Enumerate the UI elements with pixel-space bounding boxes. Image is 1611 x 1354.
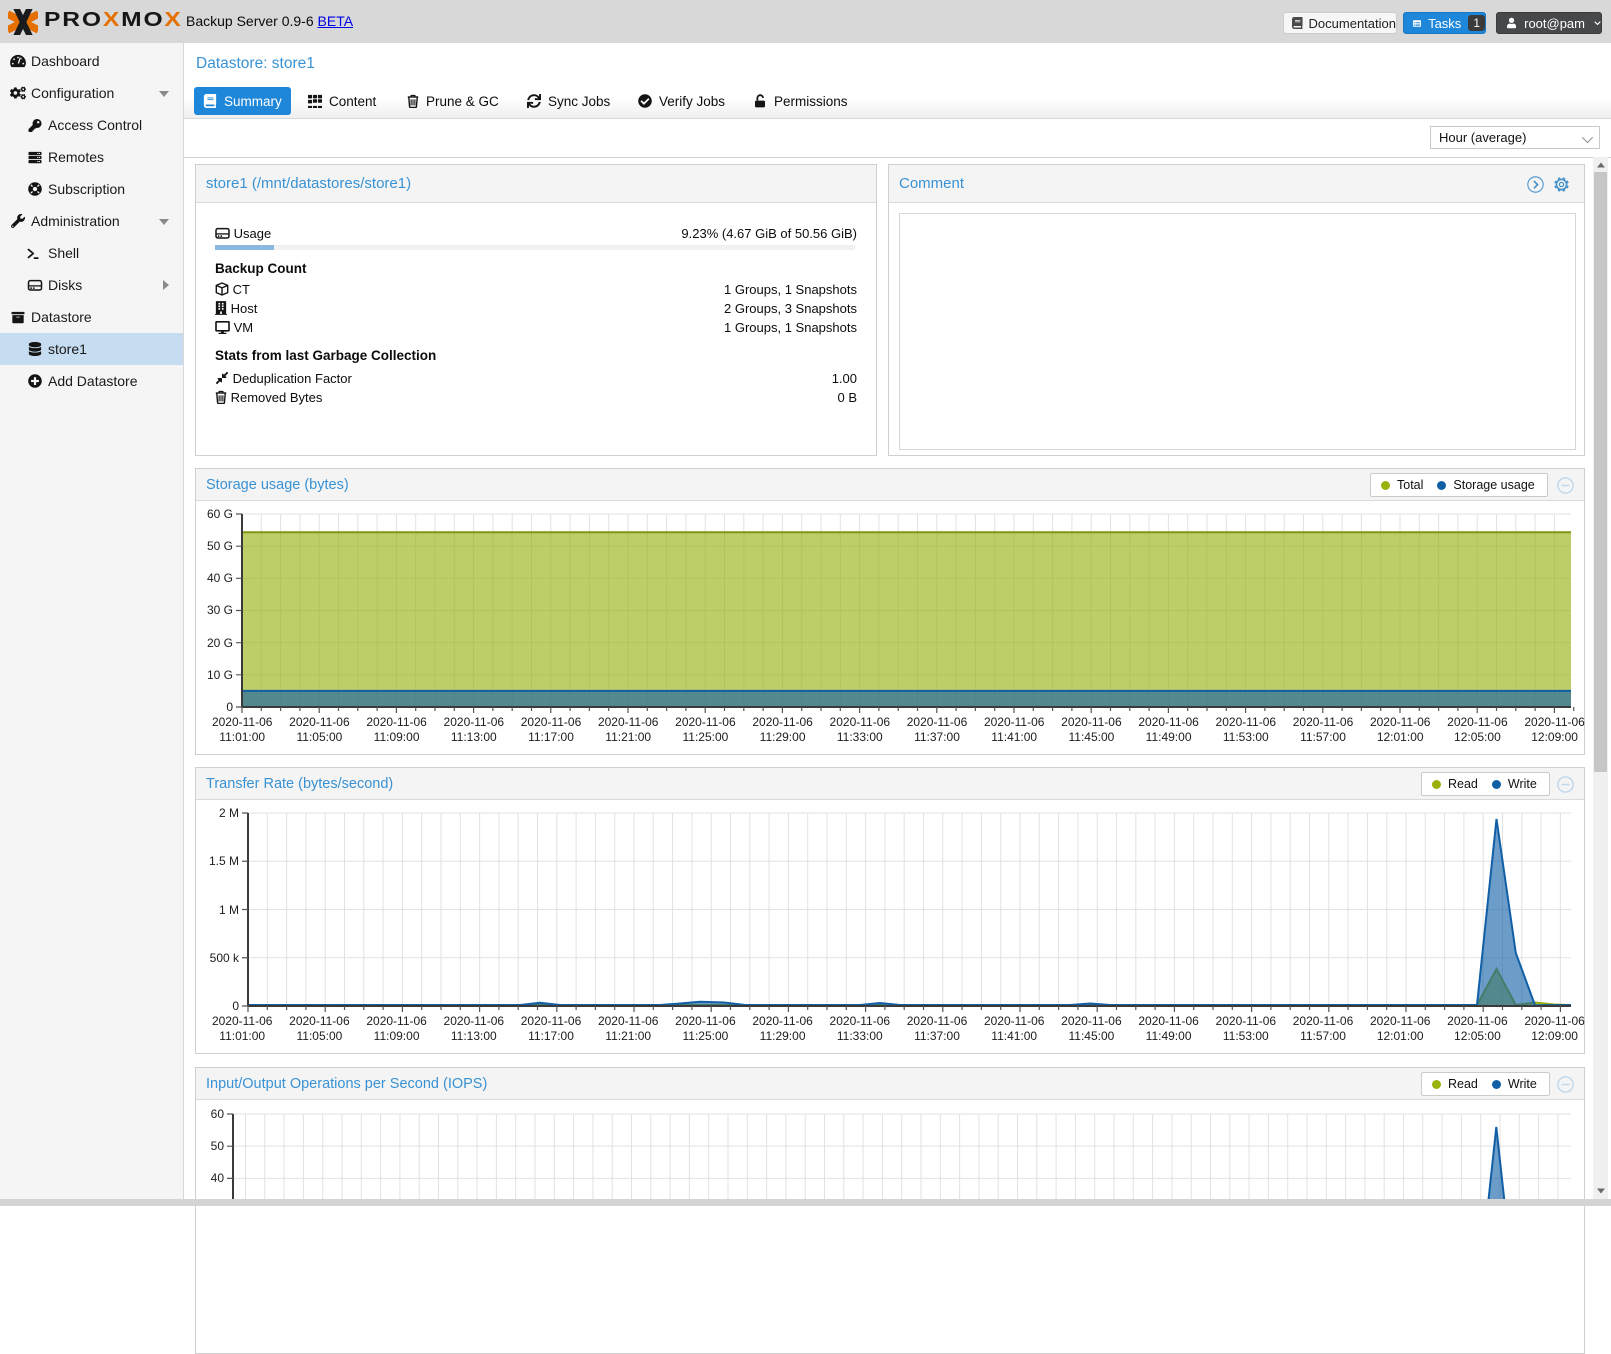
svg-text:11:01:00: 11:01:00 bbox=[219, 730, 265, 744]
svg-text:2020-11-06: 2020-11-06 bbox=[598, 715, 659, 729]
svg-text:2020-11-06: 2020-11-06 bbox=[1061, 1014, 1122, 1028]
svg-text:2020-11-06: 2020-11-06 bbox=[984, 1014, 1045, 1028]
svg-text:12:01:00: 12:01:00 bbox=[1377, 1029, 1424, 1043]
svg-text:2020-11-06: 2020-11-06 bbox=[1370, 715, 1431, 729]
svg-text:2020-11-06: 2020-11-06 bbox=[521, 1014, 582, 1028]
svg-text:12:01:00: 12:01:00 bbox=[1377, 730, 1424, 744]
svg-text:2020-11-06: 2020-11-06 bbox=[366, 715, 427, 729]
svg-text:2020-11-06: 2020-11-06 bbox=[1524, 1014, 1585, 1028]
svg-text:11:25:00: 11:25:00 bbox=[682, 1029, 728, 1043]
svg-text:2020-11-06: 2020-11-06 bbox=[1216, 715, 1277, 729]
svg-text:2020-11-06: 2020-11-06 bbox=[907, 1014, 968, 1028]
svg-text:11:13:00: 11:13:00 bbox=[451, 1029, 497, 1043]
svg-text:12:05:00: 12:05:00 bbox=[1454, 1029, 1501, 1043]
svg-text:2020-11-06: 2020-11-06 bbox=[830, 1014, 891, 1028]
svg-text:11:21:00: 11:21:00 bbox=[605, 1029, 651, 1043]
svg-text:30 G: 30 G bbox=[207, 603, 233, 617]
svg-text:2020-11-06: 2020-11-06 bbox=[1138, 1014, 1199, 1028]
svg-text:2020-11-06: 2020-11-06 bbox=[289, 715, 350, 729]
svg-text:2020-11-06: 2020-11-06 bbox=[1447, 715, 1508, 729]
svg-text:11:05:00: 11:05:00 bbox=[296, 1029, 342, 1043]
svg-text:2020-11-06: 2020-11-06 bbox=[752, 715, 813, 729]
svg-text:11:41:00: 11:41:00 bbox=[991, 1029, 1037, 1043]
svg-text:11:17:00: 11:17:00 bbox=[528, 1029, 574, 1043]
svg-text:2020-11-06: 2020-11-06 bbox=[444, 715, 505, 729]
svg-text:2020-11-06: 2020-11-06 bbox=[444, 1014, 505, 1028]
svg-text:2020-11-06: 2020-11-06 bbox=[1293, 1014, 1354, 1028]
svg-text:12:05:00: 12:05:00 bbox=[1454, 730, 1501, 744]
svg-text:11:29:00: 11:29:00 bbox=[760, 730, 806, 744]
svg-text:2020-11-06: 2020-11-06 bbox=[1061, 715, 1122, 729]
svg-text:11:37:00: 11:37:00 bbox=[914, 1029, 960, 1043]
svg-text:20 G: 20 G bbox=[207, 636, 233, 650]
svg-text:2020-11-06: 2020-11-06 bbox=[1138, 715, 1199, 729]
svg-text:11:45:00: 11:45:00 bbox=[1068, 1029, 1114, 1043]
svg-text:2020-11-06: 2020-11-06 bbox=[907, 715, 968, 729]
svg-text:2020-11-06: 2020-11-06 bbox=[675, 715, 736, 729]
svg-text:11:53:00: 11:53:00 bbox=[1223, 730, 1269, 744]
svg-text:1 M: 1 M bbox=[219, 903, 239, 917]
svg-text:40: 40 bbox=[211, 1171, 225, 1185]
svg-text:2020-11-06: 2020-11-06 bbox=[212, 1014, 273, 1028]
svg-text:1.5 M: 1.5 M bbox=[209, 854, 239, 868]
svg-text:11:57:00: 11:57:00 bbox=[1300, 1029, 1346, 1043]
svg-text:11:33:00: 11:33:00 bbox=[837, 1029, 883, 1043]
svg-text:11:49:00: 11:49:00 bbox=[1146, 1029, 1192, 1043]
svg-text:2020-11-06: 2020-11-06 bbox=[212, 715, 273, 729]
svg-text:50 G: 50 G bbox=[207, 539, 233, 553]
svg-text:2020-11-06: 2020-11-06 bbox=[1524, 715, 1585, 729]
svg-text:500 k: 500 k bbox=[210, 951, 240, 965]
svg-text:11:45:00: 11:45:00 bbox=[1068, 730, 1114, 744]
svg-text:2020-11-06: 2020-11-06 bbox=[1293, 715, 1354, 729]
svg-text:12:09:00: 12:09:00 bbox=[1531, 1029, 1578, 1043]
svg-text:12:09:00: 12:09:00 bbox=[1531, 730, 1578, 744]
svg-text:11:37:00: 11:37:00 bbox=[914, 730, 960, 744]
svg-text:50: 50 bbox=[211, 1139, 225, 1153]
svg-text:60: 60 bbox=[211, 1107, 225, 1121]
svg-text:11:09:00: 11:09:00 bbox=[374, 1029, 420, 1043]
svg-text:2020-11-06: 2020-11-06 bbox=[598, 1014, 659, 1028]
svg-text:11:29:00: 11:29:00 bbox=[760, 1029, 806, 1043]
svg-text:11:09:00: 11:09:00 bbox=[374, 730, 420, 744]
svg-text:2020-11-06: 2020-11-06 bbox=[830, 715, 891, 729]
svg-text:2020-11-06: 2020-11-06 bbox=[1447, 1014, 1508, 1028]
svg-text:2020-11-06: 2020-11-06 bbox=[366, 1014, 427, 1028]
svg-text:2020-11-06: 2020-11-06 bbox=[675, 1014, 736, 1028]
svg-text:2020-11-06: 2020-11-06 bbox=[752, 1014, 813, 1028]
svg-text:11:21:00: 11:21:00 bbox=[605, 730, 651, 744]
svg-text:11:33:00: 11:33:00 bbox=[837, 730, 883, 744]
svg-text:11:53:00: 11:53:00 bbox=[1223, 1029, 1269, 1043]
svg-text:2020-11-06: 2020-11-06 bbox=[984, 715, 1045, 729]
svg-text:2020-11-06: 2020-11-06 bbox=[1216, 1014, 1277, 1028]
svg-text:11:57:00: 11:57:00 bbox=[1300, 730, 1346, 744]
svg-text:11:25:00: 11:25:00 bbox=[682, 730, 728, 744]
svg-text:11:41:00: 11:41:00 bbox=[991, 730, 1037, 744]
svg-text:11:13:00: 11:13:00 bbox=[451, 730, 497, 744]
svg-text:11:49:00: 11:49:00 bbox=[1146, 730, 1192, 744]
svg-text:60 G: 60 G bbox=[207, 507, 233, 521]
svg-text:10 G: 10 G bbox=[207, 668, 233, 682]
svg-text:40 G: 40 G bbox=[207, 571, 233, 585]
svg-text:2020-11-06: 2020-11-06 bbox=[521, 715, 582, 729]
svg-text:0: 0 bbox=[232, 999, 239, 1013]
svg-text:0: 0 bbox=[226, 700, 233, 714]
svg-text:2020-11-06: 2020-11-06 bbox=[289, 1014, 350, 1028]
svg-text:11:01:00: 11:01:00 bbox=[219, 1029, 265, 1043]
svg-text:11:17:00: 11:17:00 bbox=[528, 730, 574, 744]
svg-text:11:05:00: 11:05:00 bbox=[296, 730, 342, 744]
svg-text:2 M: 2 M bbox=[219, 806, 239, 820]
svg-text:2020-11-06: 2020-11-06 bbox=[1370, 1014, 1431, 1028]
